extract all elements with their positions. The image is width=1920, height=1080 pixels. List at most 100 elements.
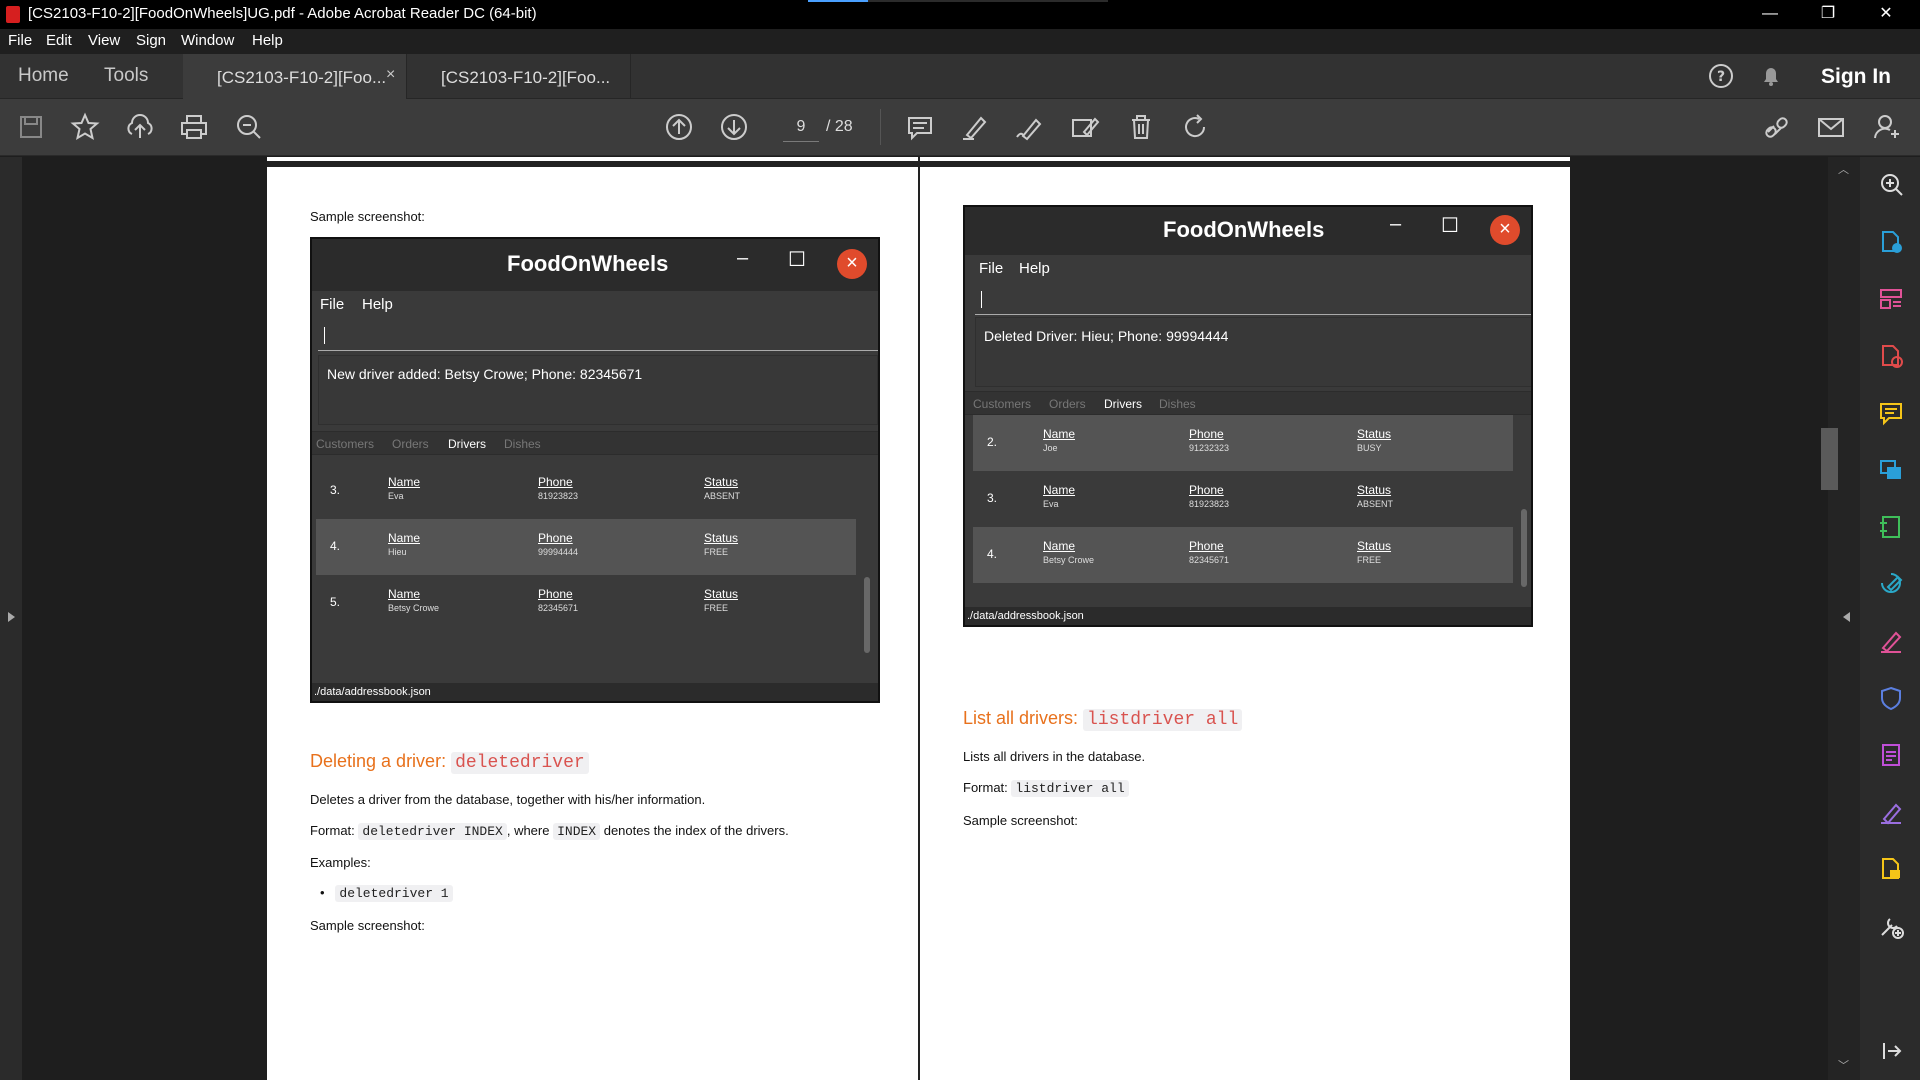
col-name-label: Name [388, 531, 421, 545]
example-command: deletedriver 1 [335, 885, 453, 902]
minimize-button[interactable]: — [1745, 0, 1795, 29]
col-name-label: Name [1043, 427, 1076, 441]
list-item: 2. Name Joe Phone 91232323 Status BUSY [973, 415, 1513, 471]
driver-phone: 99994444 [538, 547, 579, 557]
menu-window[interactable]: Window [181, 32, 234, 49]
document-scrollbar[interactable]: ︿ ﹀ [1828, 157, 1860, 1080]
app-close-icon: × [837, 249, 867, 279]
col-status-label: Status [704, 587, 739, 601]
tab-tools[interactable]: Tools [104, 65, 148, 87]
zoom-out-icon[interactable] [232, 110, 266, 144]
app-screenshot: FoodOnWheels – ☐ × File Help New driver … [310, 237, 880, 703]
request-signature-icon[interactable] [1878, 799, 1904, 825]
upload-cloud-icon[interactable] [123, 110, 157, 144]
previous-page-icon[interactable] [662, 110, 696, 144]
tab-document[interactable]: [CS2103-F10-2][Foo... [407, 54, 631, 99]
more-tools-icon[interactable] [1878, 913, 1904, 939]
rotate-icon[interactable] [1178, 110, 1212, 144]
bookmark-star-icon[interactable] [68, 110, 102, 144]
notification-bell-icon[interactable] [1758, 63, 1784, 89]
email-icon[interactable] [1814, 110, 1848, 144]
list-item: 4. Name Hieu Phone 99994444 Status FREE [316, 519, 856, 575]
page-number-input[interactable]: 9 [783, 112, 819, 142]
app-maximize-icon: ☐ [1441, 215, 1459, 237]
menu-bar: File Edit View Sign Window Help [0, 29, 1920, 54]
driver-status: ABSENT [1357, 499, 1394, 509]
menu-sign[interactable]: Sign [136, 32, 166, 49]
menu-help[interactable]: Help [252, 32, 283, 49]
sign-pen-icon[interactable] [1013, 110, 1047, 144]
driver-phone: 81923823 [538, 491, 579, 501]
app-title: FoodOnWheels [1163, 217, 1325, 242]
sample-screenshot-label: Sample screenshot: [310, 918, 425, 933]
stamp-icon[interactable] [1878, 856, 1904, 882]
driver-name: Betsy Crowe [388, 603, 440, 613]
collapse-right-panel-icon[interactable] [1842, 610, 1852, 624]
highlight-pen-icon[interactable] [958, 110, 992, 144]
close-window-button[interactable]: ✕ [1861, 0, 1911, 29]
create-pdf-icon[interactable] [1878, 229, 1904, 255]
window-title: [CS2103-F10-2][FoodOnWheels]UG.pdf - Ado… [28, 5, 537, 22]
app-tab-orders: Orders [1049, 397, 1086, 411]
fill-sign-icon[interactable] [1878, 628, 1904, 654]
menu-view[interactable]: View [88, 32, 120, 49]
app-title: FoodOnWheels [507, 251, 669, 276]
col-name-label: Name [1043, 483, 1076, 497]
app-tab-drivers: Drivers [1104, 397, 1142, 411]
protect-shield-icon[interactable] [1878, 685, 1904, 711]
driver-status: BUSY [1357, 443, 1382, 453]
page-top-edge [920, 157, 1570, 167]
share-link-icon[interactable] [1760, 110, 1794, 144]
driver-list: 2. Name Joe Phone 91232323 Status BUSY 3… [965, 415, 1531, 605]
tab-home[interactable]: Home [18, 65, 69, 87]
app-result-box: New driver added: Betsy Crowe; Phone: 82… [318, 355, 878, 425]
app-result-box: Deleted Driver: Hieu; Phone: 99994444 [975, 317, 1531, 387]
driver-status: FREE [1357, 555, 1382, 565]
section-description: Deletes a driver from the database, toge… [310, 792, 706, 807]
toolbar-divider [880, 109, 881, 145]
compress-pdf-icon[interactable] [1878, 514, 1904, 540]
organize-pages-icon[interactable] [1878, 286, 1904, 312]
print-icon[interactable] [177, 110, 211, 144]
tab-bar: Home Tools [CS2103-F10-2][Foo... × [CS21… [0, 54, 1920, 99]
menu-file[interactable]: File [8, 32, 32, 49]
scrollbar-thumb[interactable] [1821, 428, 1838, 490]
send-for-comments-icon[interactable] [1878, 457, 1904, 483]
export-pdf-icon[interactable] [1878, 343, 1904, 369]
delete-trash-icon[interactable] [1124, 110, 1158, 144]
loading-bar [808, 0, 1108, 2]
heading-text: List all drivers: [963, 708, 1084, 728]
tab-document-active[interactable]: [CS2103-F10-2][Foo... × [183, 54, 407, 99]
restore-button[interactable]: ❐ [1803, 0, 1853, 29]
app-screenshot: FoodOnWheels – ☐ × File Help Deleted Dri… [963, 205, 1533, 627]
tab-close-button[interactable]: × [386, 66, 395, 84]
prepare-form-icon[interactable] [1878, 742, 1904, 768]
heading-command: deletedriver [451, 752, 589, 774]
app-tab-customers: Customers [973, 397, 1032, 411]
stamp-edit-icon[interactable] [1068, 110, 1102, 144]
collapse-pane-icon[interactable] [1878, 1038, 1904, 1064]
edit-pdf-icon[interactable] [1878, 571, 1904, 597]
next-page-icon[interactable] [717, 110, 751, 144]
comment-tool-icon[interactable] [1878, 400, 1904, 426]
search-zoom-icon[interactable] [1878, 172, 1904, 198]
pdf-page-left: Sample screenshot: FoodOnWheels – ☐ × Fi… [267, 157, 918, 1080]
app-menu: File Help [312, 291, 878, 321]
app-tab-orders: Orders [392, 437, 429, 451]
row-index: 5. [330, 595, 341, 609]
sign-in-button[interactable]: Sign In [1821, 65, 1891, 89]
app-tabs: Customers Orders Drivers Dishes [965, 391, 1531, 415]
menu-edit[interactable]: Edit [46, 32, 72, 49]
col-name-label: Name [388, 587, 421, 601]
save-icon[interactable] [14, 110, 48, 144]
help-icon[interactable]: ? [1708, 63, 1734, 89]
scroll-up-icon[interactable]: ︿ [1838, 161, 1849, 177]
account-add-icon[interactable] [1870, 110, 1904, 144]
driver-phone: 82345671 [538, 603, 579, 613]
expand-left-panel-icon[interactable] [6, 610, 16, 624]
app-tab-dishes: Dishes [504, 437, 541, 451]
scroll-down-icon[interactable]: ﹀ [1838, 1057, 1849, 1073]
driver-name: Eva [388, 491, 404, 501]
format-line: Format: listdriver all [963, 780, 1129, 797]
comment-icon[interactable] [903, 110, 937, 144]
